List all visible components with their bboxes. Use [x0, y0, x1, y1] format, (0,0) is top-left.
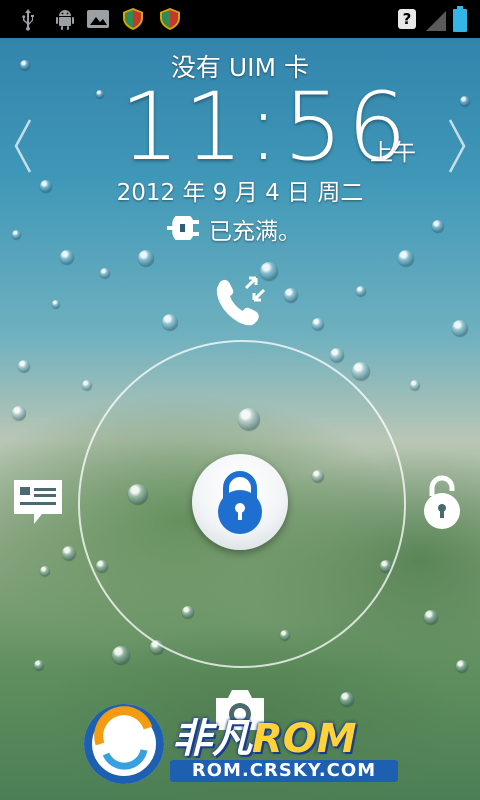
clock-time: 11:56: [120, 73, 411, 182]
phone-icon[interactable]: [212, 276, 268, 328]
watermark-title: 非凡ROM: [172, 706, 357, 764]
watermark: 非凡ROM ROM.CRSKY.COM: [78, 698, 408, 788]
lock-icon: [218, 471, 262, 534]
chevron-left-icon[interactable]: [12, 118, 34, 174]
android-debug-icon: [56, 10, 74, 30]
message-icon[interactable]: [12, 478, 64, 528]
chevron-right-icon[interactable]: [446, 118, 468, 174]
battery-icon: [453, 6, 467, 32]
clock: 11:56: [120, 78, 407, 178]
status-bar: ?: [0, 0, 480, 38]
clock-ampm: 上午: [370, 140, 416, 166]
watermark-title-cn: 非凡: [172, 716, 252, 762]
date-text: 2012 年 9 月 4 日 周二: [116, 180, 364, 206]
crsky-logo-icon: [84, 704, 164, 784]
charging-status-label: 已充满。: [209, 219, 301, 245]
lock-handle[interactable]: [192, 454, 288, 550]
gallery-icon: [87, 10, 109, 28]
shield-icon: [160, 8, 180, 30]
watermark-url: ROM.CRSKY.COM: [170, 760, 398, 782]
plug-icon: [167, 216, 199, 240]
signal-icon: [426, 11, 446, 31]
shield-icon: [123, 8, 143, 30]
no-sim-icon: ?: [398, 9, 416, 29]
watermark-title-rom: ROM: [252, 716, 357, 762]
usb-icon: [22, 9, 34, 31]
unlock-icon[interactable]: [420, 474, 464, 530]
